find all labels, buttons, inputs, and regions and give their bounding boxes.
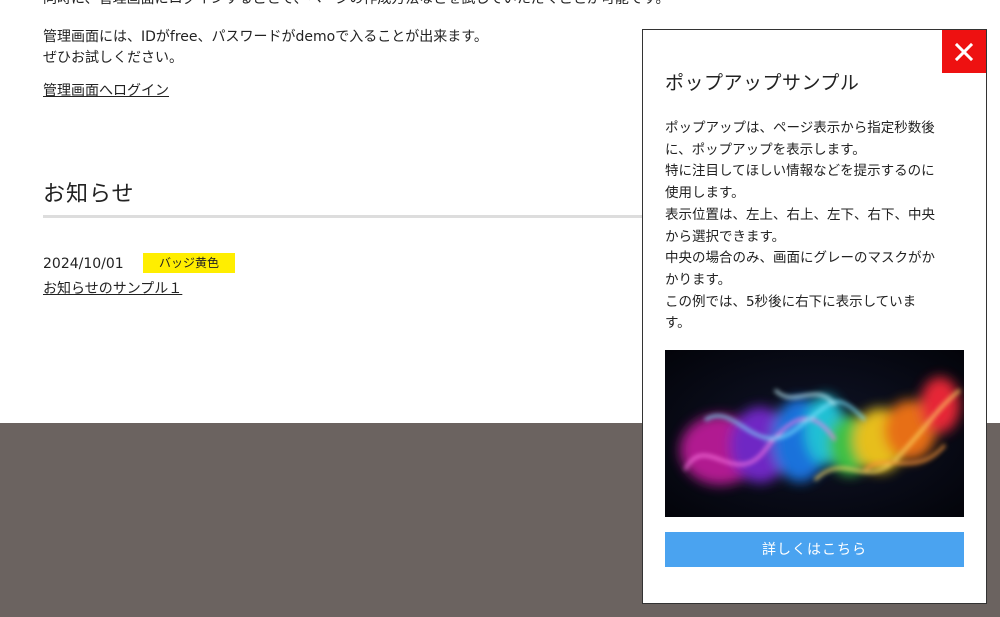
- popup-dialog: ポップアップサンプル ポップアップは、ページ表示から指定秒数後 に、ポップアップ…: [642, 29, 987, 604]
- intro-line: ぜひお試しください。: [43, 50, 183, 66]
- popup-body-line: 表示位置は、左上、右上、左下、右下、中央: [665, 206, 935, 223]
- popup-body-line: から選択できます。: [665, 228, 786, 245]
- close-icon: [954, 42, 974, 61]
- popup-body-line: 中央の場合のみ、画面にグレーのマスクがか: [665, 250, 935, 267]
- popup-body-line: 使用します。: [665, 185, 745, 202]
- popup-details-button[interactable]: 詳しくはこちら: [665, 532, 964, 567]
- intro-text-cut-line: 同時に、管理画面にログインすることで、ページの作成方法などを試していただくことが…: [43, 0, 670, 10]
- popup-body: ポップアップは、ページ表示から指定秒数後 に、ポップアップを表示します。 特に注…: [665, 118, 965, 335]
- news-heading: お知らせ: [43, 182, 135, 207]
- intro-text: 管理画面には、IDがfree、パスワードがdemoで入ることが出来ます。 ぜひお…: [43, 27, 488, 69]
- colorful-smoke-image: [665, 350, 964, 517]
- intro-line: 管理画面には、IDがfree、パスワードがdemoで入ることが出来ます。: [43, 29, 488, 45]
- popup-body-line: この例では、5秒後に右下に表示していま: [665, 293, 917, 310]
- popup-body-line: す。: [665, 315, 691, 332]
- admin-login-link[interactable]: 管理画面へログイン: [43, 81, 169, 101]
- popup-title: ポップアップサンプル: [665, 72, 860, 94]
- popup-body-line: 特に注目してほしい情報などを提示するのに: [665, 163, 935, 180]
- popup-body-line: かります。: [665, 271, 732, 288]
- news-badge: バッジ黄色: [143, 253, 235, 273]
- page: 同時に、管理画面にログインすることで、ページの作成方法などを試していただくことが…: [0, 0, 1000, 617]
- popup-body-line: ポップアップは、ページ表示から指定秒数後: [665, 120, 935, 136]
- news-date: 2024/10/01: [43, 256, 124, 272]
- news-divider: [43, 215, 663, 218]
- news-item-link[interactable]: お知らせのサンプル１: [43, 279, 182, 299]
- popup-body-line: に、ポップアップを表示します。: [665, 141, 866, 158]
- popup-close-button[interactable]: [942, 30, 986, 73]
